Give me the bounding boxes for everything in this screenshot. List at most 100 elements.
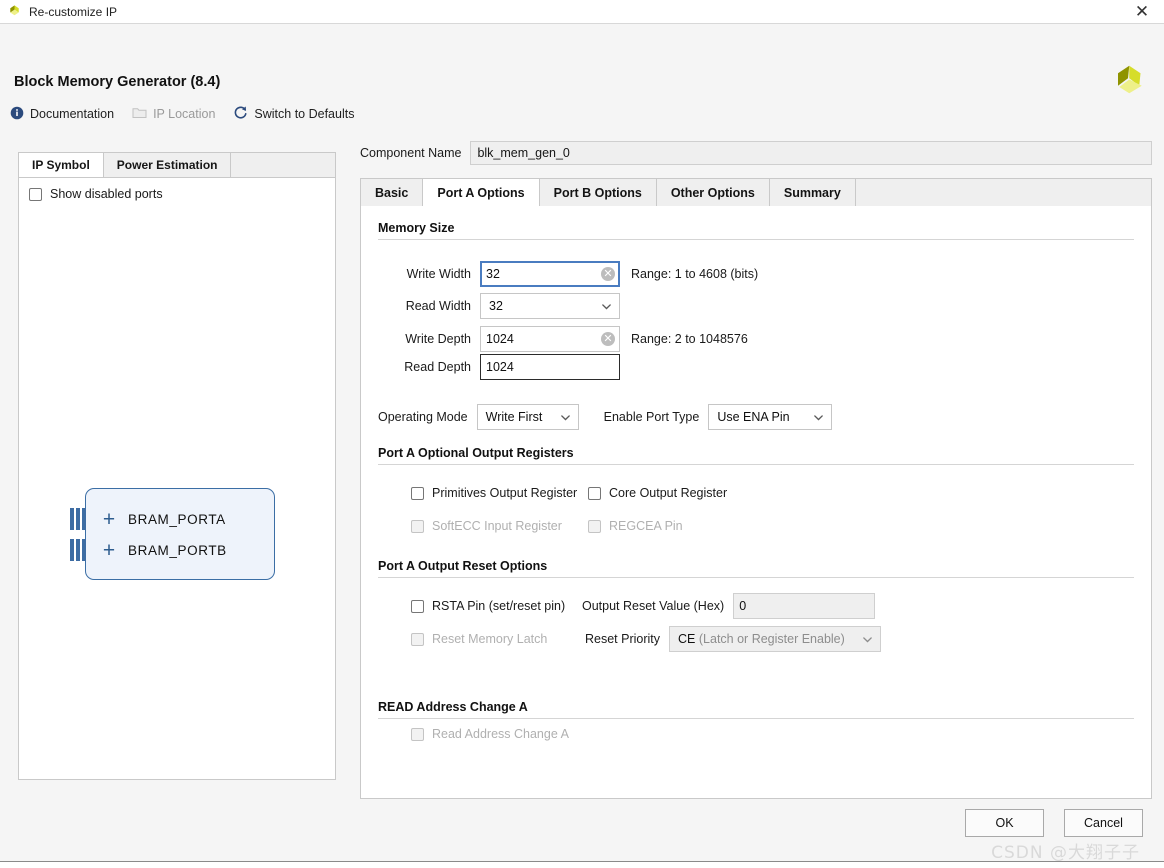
left-tab-bar: IP Symbol Power Estimation: [18, 152, 336, 177]
primitives-output-register-checkbox[interactable]: [411, 486, 424, 500]
left-tab-filler: [231, 153, 335, 177]
reset-priority-value: CE (Latch or Register Enable): [678, 632, 862, 646]
read-width-value: 32: [489, 299, 503, 313]
write-depth-range: Range: 2 to 1048576: [631, 332, 748, 346]
output-registers-title: Port A Optional Output Registers: [378, 446, 574, 460]
write-width-range: Range: 1 to 4608 (bits): [631, 267, 759, 281]
memory-size-title: Memory Size: [378, 221, 455, 235]
tab-port-b-options-label: Port B Options: [553, 185, 642, 200]
tab-basic[interactable]: Basic: [361, 179, 424, 206]
window-title-bar: Re-customize IP ✕: [0, 0, 1164, 24]
output-reset-value-row: Output Reset Value (Hex) 0: [582, 593, 876, 619]
read-width-label: Read Width: [405, 299, 471, 313]
tab-port-b-options[interactable]: Port B Options: [540, 179, 657, 206]
read-address-change-a-checkbox: [411, 727, 424, 741]
write-width-row: Write Width 32 ✕ Range: 1 to 4608 (bits): [387, 261, 758, 287]
output-reset-value-input[interactable]: 0: [733, 593, 876, 619]
write-depth-input[interactable]: 1024 ✕: [480, 326, 620, 352]
operating-mode-dropdown[interactable]: Write First: [476, 404, 579, 430]
write-depth-row: Write Depth 1024 ✕ Range: 2 to 1048576: [387, 326, 748, 352]
reset-priority-label: Reset Priority: [585, 632, 661, 646]
write-width-input[interactable]: 32 ✕: [480, 261, 620, 287]
reset-priority-row: Reset Priority CE (Latch or Register Ena…: [585, 626, 882, 652]
tab-power-estimation-label: Power Estimation: [116, 158, 218, 172]
chevron-down-icon: [813, 412, 824, 423]
reset-memory-latch-checkbox: [411, 632, 424, 646]
section-divider: [378, 718, 1134, 719]
tab-ip-symbol[interactable]: IP Symbol: [19, 153, 104, 177]
show-disabled-ports-row[interactable]: Show disabled ports: [19, 178, 335, 201]
refresh-icon: [233, 105, 248, 123]
ip-location-link[interactable]: IP Location: [132, 106, 215, 122]
enable-port-type-dropdown[interactable]: Use ENA Pin: [708, 404, 833, 430]
component-name-label: Component Name: [360, 146, 462, 160]
window-title: Re-customize IP: [29, 4, 118, 19]
read-address-change-a-row: Read Address Change A: [411, 727, 569, 741]
read-depth-value: 1024: [486, 360, 514, 374]
port-a-options-content: Memory Size Write Width 32 ✕ Range: 1 to…: [360, 206, 1152, 799]
operating-mode-value: Write First: [485, 410, 543, 424]
options-tab-filler: [856, 179, 1151, 206]
regcea-pin-checkbox: [588, 519, 601, 533]
reset-priority-value-muted: (Latch or Register Enable): [698, 632, 845, 646]
bram-port-b-row[interactable]: + BRAM_PORTB: [100, 537, 227, 563]
tab-power-estimation[interactable]: Power Estimation: [103, 153, 232, 177]
dialog-body: IP Symbol Power Estimation Show disabled…: [0, 140, 1164, 800]
core-output-register-row[interactable]: Core Output Register: [588, 486, 727, 500]
rsta-pin-row[interactable]: RSTA Pin (set/reset pin): [411, 599, 565, 613]
primitives-output-register-label: Primitives Output Register: [432, 486, 578, 500]
rsta-pin-checkbox[interactable]: [411, 599, 424, 613]
bram-port-a-label: BRAM_PORTA: [128, 511, 226, 527]
write-width-label: Write Width: [406, 267, 471, 281]
softecc-input-register-label: SoftECC Input Register: [432, 519, 562, 533]
write-width-value: 32: [486, 267, 500, 281]
enable-port-type-value: Use ENA Pin: [717, 410, 790, 424]
section-divider: [378, 577, 1134, 578]
documentation-label: Documentation: [30, 107, 115, 121]
folder-icon: [132, 106, 147, 122]
tab-port-a-options[interactable]: Port A Options: [423, 179, 540, 206]
section-divider: [378, 464, 1134, 465]
info-icon: [10, 106, 24, 123]
tab-summary-label: Summary: [783, 185, 841, 200]
dialog-footer: OK Cancel: [0, 800, 1164, 867]
ok-button[interactable]: OK: [965, 809, 1044, 837]
tab-summary[interactable]: Summary: [770, 179, 856, 206]
chevron-down-icon: [601, 301, 612, 312]
reset-priority-dropdown[interactable]: CE (Latch or Register Enable): [669, 626, 882, 652]
clear-icon[interactable]: ✕: [601, 332, 615, 346]
regcea-pin-label: REGCEA Pin: [609, 519, 683, 533]
expand-icon[interactable]: +: [100, 540, 118, 561]
component-name-input[interactable]: blk_mem_gen_0: [470, 141, 1152, 165]
reset-memory-latch-label: Reset Memory Latch: [432, 632, 548, 646]
read-width-dropdown[interactable]: 32: [480, 293, 620, 319]
show-disabled-ports-checkbox[interactable]: [29, 187, 42, 201]
port-bus-marker-b: [70, 539, 87, 561]
xilinx-pinwheel-logo: [1108, 62, 1148, 105]
clear-icon[interactable]: ✕: [601, 267, 615, 281]
port-bus-marker-a: [70, 508, 87, 530]
switch-to-defaults-link[interactable]: Switch to Defaults: [233, 105, 354, 123]
documentation-link[interactable]: Documentation: [10, 106, 114, 123]
core-output-register-checkbox[interactable]: [588, 486, 601, 500]
primitives-output-register-row[interactable]: Primitives Output Register: [411, 486, 577, 500]
section-divider: [378, 239, 1134, 240]
read-address-change-section: READ Address Change A: [378, 700, 1134, 719]
reset-options-section: Port A Output Reset Options: [378, 559, 1134, 578]
regcea-pin-row: REGCEA Pin: [588, 519, 683, 533]
softecc-input-register-row: SoftECC Input Register: [411, 519, 562, 533]
read-depth-input[interactable]: 1024: [480, 354, 620, 380]
softecc-input-register-checkbox: [411, 519, 424, 533]
rsta-pin-label: RSTA Pin (set/reset pin): [432, 599, 566, 613]
read-depth-label: Read Depth: [404, 360, 471, 374]
read-address-change-title: READ Address Change A: [378, 700, 528, 714]
cancel-button[interactable]: Cancel: [1064, 809, 1143, 837]
ip-location-label: IP Location: [153, 107, 216, 121]
options-tab-bar: Basic Port A Options Port B Options Othe…: [360, 178, 1152, 206]
tab-other-options[interactable]: Other Options: [657, 179, 770, 206]
expand-icon[interactable]: +: [100, 509, 118, 530]
watermark: CSDN @大翔子子: [991, 843, 1140, 863]
close-icon[interactable]: ✕: [1120, 0, 1164, 23]
write-depth-value: 1024: [486, 332, 514, 346]
bram-port-a-row[interactable]: + BRAM_PORTA: [100, 506, 226, 532]
